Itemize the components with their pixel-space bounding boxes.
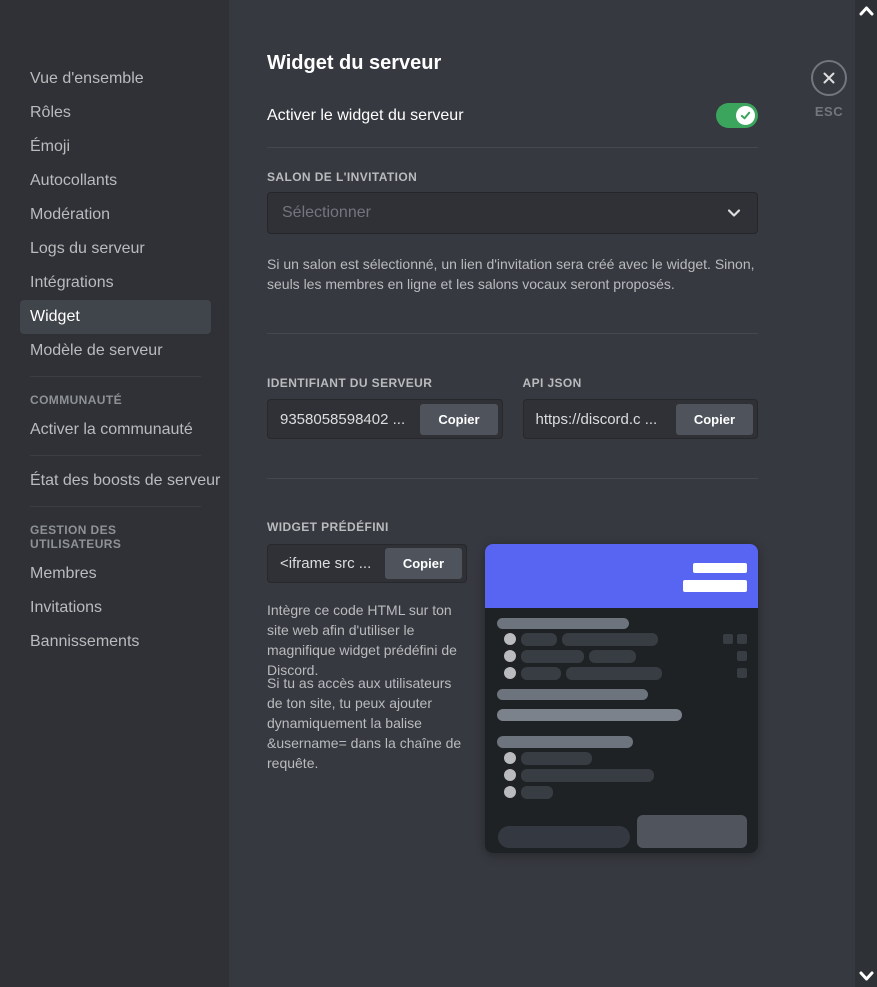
- preview-member-row: [504, 751, 747, 765]
- invite-channel-label: SALON DE L'INVITATION: [267, 170, 417, 184]
- preview-placeholder-bar: [521, 633, 557, 646]
- preview-section-bar: [497, 736, 633, 748]
- preview-section-bar: [497, 618, 629, 629]
- preview-placeholder-bar: [521, 667, 561, 680]
- sidebar-item-integrations[interactable]: Intégrations: [20, 266, 211, 300]
- sidebar-header-community: COMMUNAUTÉ: [20, 385, 211, 413]
- sidebar-header-user-management: GESTION DES UTILISATEURS: [20, 515, 211, 557]
- preview-section-bar: [497, 689, 648, 700]
- preview-square: [723, 634, 733, 644]
- sidebar-item-invitations[interactable]: Invitations: [20, 591, 211, 625]
- enable-widget-label: Activer le widget du serveur: [267, 107, 716, 125]
- widget-settings-panel: Widget du serveur Activer le widget du s…: [229, 0, 855, 987]
- preview-avatar: [504, 786, 516, 798]
- section-divider: [267, 478, 758, 479]
- preview-channel-row: [504, 632, 747, 646]
- sidebar-item-emoji[interactable]: Émoji: [20, 130, 211, 164]
- section-divider: [267, 147, 758, 148]
- preview-avatar: [504, 769, 516, 781]
- preview-avatar: [504, 667, 516, 679]
- preview-placeholder-bar: [521, 752, 592, 765]
- esc-label: ESC: [799, 104, 859, 119]
- premade-widget-label: WIDGET PRÉDÉFINI: [267, 520, 389, 534]
- preview-button: [637, 815, 747, 848]
- preview-placeholder-bar: [521, 769, 654, 782]
- api-json-value: https://discord.c ...: [536, 411, 676, 428]
- preview-placeholder-bar: [693, 563, 747, 573]
- server-id-label: IDENTIFIANT DU SERVEUR: [267, 376, 503, 390]
- preview-avatar: [504, 650, 516, 662]
- premade-widget-field: <iframe src ... Copier: [267, 544, 467, 583]
- sidebar-item-bans[interactable]: Bannissements: [20, 625, 211, 659]
- preview-input-bar: [498, 826, 630, 848]
- enable-widget-row: Activer le widget du serveur: [267, 103, 758, 128]
- preview-footer: [497, 815, 747, 848]
- api-json-field: https://discord.c ... Copier: [523, 399, 759, 439]
- settings-sidebar: Vue d'ensemble Rôles Émoji Autocollants …: [0, 0, 229, 987]
- sidebar-divider: [30, 376, 201, 377]
- preview-avatar: [504, 752, 516, 764]
- server-id-group: IDENTIFIANT DU SERVEUR 9358058598402 ...…: [267, 376, 503, 439]
- preview-placeholder-bar: [562, 633, 658, 646]
- sidebar-divider: [30, 455, 201, 456]
- preview-placeholder-bar: [521, 786, 553, 799]
- scrollbar-track[interactable]: [855, 0, 877, 987]
- sidebar-item-stickers[interactable]: Autocollants: [20, 164, 211, 198]
- widget-preview: [485, 544, 758, 853]
- copy-server-id-button[interactable]: Copier: [420, 404, 497, 435]
- preview-square: [737, 651, 747, 661]
- preview-placeholder-bar: [589, 650, 636, 663]
- sidebar-item-overview[interactable]: Vue d'ensemble: [20, 62, 211, 96]
- preview-member-row: [504, 785, 747, 799]
- toggle-knob: [736, 106, 755, 125]
- copy-api-json-button[interactable]: Copier: [676, 404, 753, 435]
- preview-member-row: [504, 768, 747, 782]
- premade-widget-value: <iframe src ...: [280, 555, 385, 572]
- preview-square: [737, 668, 747, 678]
- sidebar-item-moderation[interactable]: Modération: [20, 198, 211, 232]
- premade-widget-description: Intègre ce code HTML sur ton site web af…: [267, 600, 467, 680]
- scroll-down-icon[interactable]: [858, 969, 874, 983]
- sidebar-divider: [30, 506, 201, 507]
- sidebar-item-roles[interactable]: Rôles: [20, 96, 211, 130]
- premade-widget-username-note: Si tu as accès aux utilisateurs de ton s…: [267, 673, 467, 773]
- preview-placeholder-bar: [566, 667, 662, 680]
- sidebar-item-members[interactable]: Membres: [20, 557, 211, 591]
- preview-channel-row: [504, 666, 747, 680]
- server-id-field: 9358058598402 ... Copier: [267, 399, 503, 439]
- close-button[interactable]: [811, 60, 847, 96]
- server-id-value: 9358058598402 ...: [280, 411, 420, 428]
- sidebar-item-server-template[interactable]: Modèle de serveur: [20, 334, 211, 368]
- preview-avatar: [504, 633, 516, 645]
- sidebar-item-server-logs[interactable]: Logs du serveur: [20, 232, 211, 266]
- preview-channel-row: [504, 649, 747, 663]
- close-area: ESC: [799, 60, 859, 119]
- page-title: Widget du serveur: [267, 52, 441, 75]
- sidebar-item-server-boosts[interactable]: État des boosts de serveur: [20, 464, 211, 498]
- preview-placeholder-bar: [683, 580, 747, 592]
- widget-preview-body: [485, 608, 758, 853]
- invite-channel-select[interactable]: Sélectionner: [267, 192, 758, 234]
- invite-channel-help: Si un salon est sélectionné, un lien d'i…: [267, 254, 758, 294]
- scroll-up-icon[interactable]: [858, 4, 874, 18]
- api-json-label: API JSON: [523, 376, 759, 390]
- copy-premade-widget-button[interactable]: Copier: [385, 548, 462, 579]
- chevron-down-icon: [725, 204, 743, 222]
- server-widget-toggle[interactable]: [716, 103, 758, 128]
- preview-section-bar: [497, 709, 682, 721]
- widget-preview-header: [485, 544, 758, 608]
- section-divider: [267, 333, 758, 334]
- sidebar-item-enable-community[interactable]: Activer la communauté: [20, 413, 211, 447]
- close-icon: [821, 70, 837, 86]
- sidebar-item-widget[interactable]: Widget: [20, 300, 211, 334]
- api-json-group: API JSON https://discord.c ... Copier: [523, 376, 759, 439]
- preview-placeholder-bar: [521, 650, 584, 663]
- preview-square: [737, 634, 747, 644]
- invite-channel-placeholder: Sélectionner: [282, 204, 725, 222]
- check-icon: [740, 110, 751, 121]
